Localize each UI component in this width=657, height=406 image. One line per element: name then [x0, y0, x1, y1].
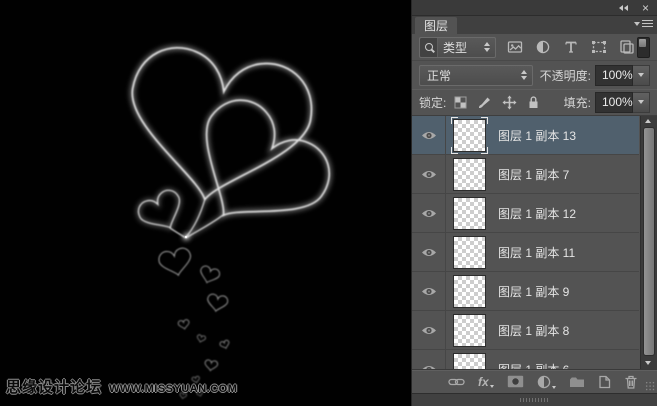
panel-bottom-bar: fx: [412, 369, 657, 393]
scrollbar[interactable]: [640, 116, 657, 369]
layer-name[interactable]: 图层 1 副本 11: [498, 244, 575, 261]
watermark-text: 思缘设计论坛: [6, 379, 102, 396]
hearts-artwork: [0, 0, 411, 406]
visibility-toggle[interactable]: [412, 116, 446, 154]
eye-icon: [421, 286, 437, 297]
lock-all-icon[interactable]: [527, 95, 540, 109]
fill-input[interactable]: 100%: [595, 92, 633, 113]
eye-icon: [421, 247, 437, 258]
visibility-toggle[interactable]: [412, 155, 446, 193]
document-canvas[interactable]: 思缘设计论坛 WWW.MISSYUAN.COM: [0, 0, 411, 406]
scroll-down-icon[interactable]: [645, 361, 651, 365]
adjustment-filter-icon[interactable]: [535, 39, 551, 55]
fx-icon: fx: [478, 376, 489, 388]
fill-label: 填充:: [564, 94, 591, 111]
layer-row[interactable]: 图层 1 副本 11: [412, 233, 639, 272]
link-icon[interactable]: [448, 377, 465, 387]
layer-style-button[interactable]: fx: [478, 376, 494, 388]
layers-panel: × 图层 类型: [411, 0, 657, 406]
layer-thumbnail[interactable]: [451, 312, 488, 349]
smart-object-filter-icon[interactable]: [619, 39, 635, 55]
visibility-toggle[interactable]: [412, 272, 446, 310]
filter-type-label: 类型: [438, 39, 467, 56]
eye-icon: [421, 130, 437, 141]
eye-icon: [421, 325, 437, 336]
layer-name[interactable]: 图层 1 副本 8: [498, 322, 569, 339]
opacity-input[interactable]: 100%: [595, 65, 633, 86]
watermark: 思缘设计论坛 WWW.MISSYUAN.COM: [6, 376, 237, 397]
blend-mode-value: 正常: [427, 67, 451, 84]
layer-row[interactable]: 图层 1 副本 13: [412, 116, 639, 155]
scrollbar-thumb[interactable]: [643, 127, 655, 356]
dropdown-spinner-icon: [479, 42, 495, 52]
layer-thumbnail[interactable]: [451, 234, 488, 271]
layer-thumbnail[interactable]: [451, 273, 488, 310]
type-filter-icon[interactable]: [563, 39, 579, 55]
search-icon: [420, 38, 438, 57]
layer-name[interactable]: 图层 1 副本 9: [498, 283, 569, 300]
layer-row[interactable]: 图层 1 副本 12: [412, 194, 639, 233]
lock-row: 锁定: 填充: 100%: [412, 89, 657, 116]
collapse-panel-icon[interactable]: [619, 5, 628, 11]
blend-mode-dropdown[interactable]: 正常: [419, 65, 533, 86]
pixel-filter-icon[interactable]: [507, 39, 523, 55]
panel-menu-icon[interactable]: [634, 20, 653, 28]
filter-row: 类型: [412, 34, 657, 61]
lock-brush-icon[interactable]: [477, 95, 492, 109]
panel-titlebar: ×: [412, 0, 657, 16]
panel-resize-grip[interactable]: [645, 381, 655, 391]
drag-grip-icon: [520, 398, 550, 402]
visibility-toggle[interactable]: [412, 233, 446, 271]
layer-name[interactable]: 图层 1 副本 7: [498, 166, 569, 183]
eye-icon: [421, 169, 437, 180]
scroll-up-icon[interactable]: [645, 119, 651, 123]
dropdown-spinner-icon: [516, 70, 532, 80]
watermark-url: WWW.MISSYUAN.COM: [109, 383, 237, 395]
opacity-dropdown-icon[interactable]: [633, 65, 650, 86]
opacity-label: 不透明度:: [540, 67, 591, 84]
layer-thumbnail[interactable]: [451, 195, 488, 232]
lock-transparent-icon[interactable]: [454, 96, 467, 109]
panel-drag-strip[interactable]: [412, 393, 657, 406]
layer-name[interactable]: 图层 1 副本 12: [498, 205, 576, 222]
new-layer-icon[interactable]: [598, 375, 611, 389]
layer-name[interactable]: 图层 1 副本 6: [498, 361, 569, 370]
trash-icon[interactable]: [624, 375, 638, 389]
layer-row[interactable]: 图层 1 副本 9: [412, 272, 639, 311]
panel-tab-row: 图层: [412, 16, 657, 34]
lock-move-icon[interactable]: [502, 95, 517, 110]
adjustment-icon: [537, 375, 551, 389]
layer-list: 图层 1 副本 13 图层 1 副本 7 图层 1 副本 12: [412, 116, 657, 369]
layer-name[interactable]: 图层 1 副本 13: [498, 127, 576, 144]
tab-layers[interactable]: 图层: [415, 17, 457, 34]
layer-thumbnail[interactable]: [451, 156, 488, 193]
fill-dropdown-icon[interactable]: [633, 92, 650, 113]
group-icon[interactable]: [569, 376, 585, 388]
blend-row: 正常 不透明度: 100%: [412, 61, 657, 89]
layer-row[interactable]: 图层 1 副本 8: [412, 311, 639, 350]
lock-label: 锁定:: [419, 94, 446, 111]
add-mask-icon[interactable]: [507, 375, 524, 388]
close-icon[interactable]: ×: [642, 3, 649, 13]
eye-icon: [421, 208, 437, 219]
shape-filter-icon[interactable]: [591, 39, 607, 55]
visibility-toggle[interactable]: [412, 311, 446, 349]
layer-row[interactable]: 图层 1 副本 7: [412, 155, 639, 194]
visibility-toggle[interactable]: [412, 194, 446, 232]
layer-row[interactable]: 图层 1 副本 6: [412, 350, 639, 369]
layer-thumbnail[interactable]: [451, 117, 488, 154]
layer-thumbnail[interactable]: [451, 351, 488, 370]
filter-type-dropdown[interactable]: 类型: [419, 37, 496, 58]
filter-toggle[interactable]: [637, 37, 650, 58]
visibility-toggle[interactable]: [412, 350, 446, 369]
adjustment-layer-button[interactable]: [537, 375, 556, 389]
